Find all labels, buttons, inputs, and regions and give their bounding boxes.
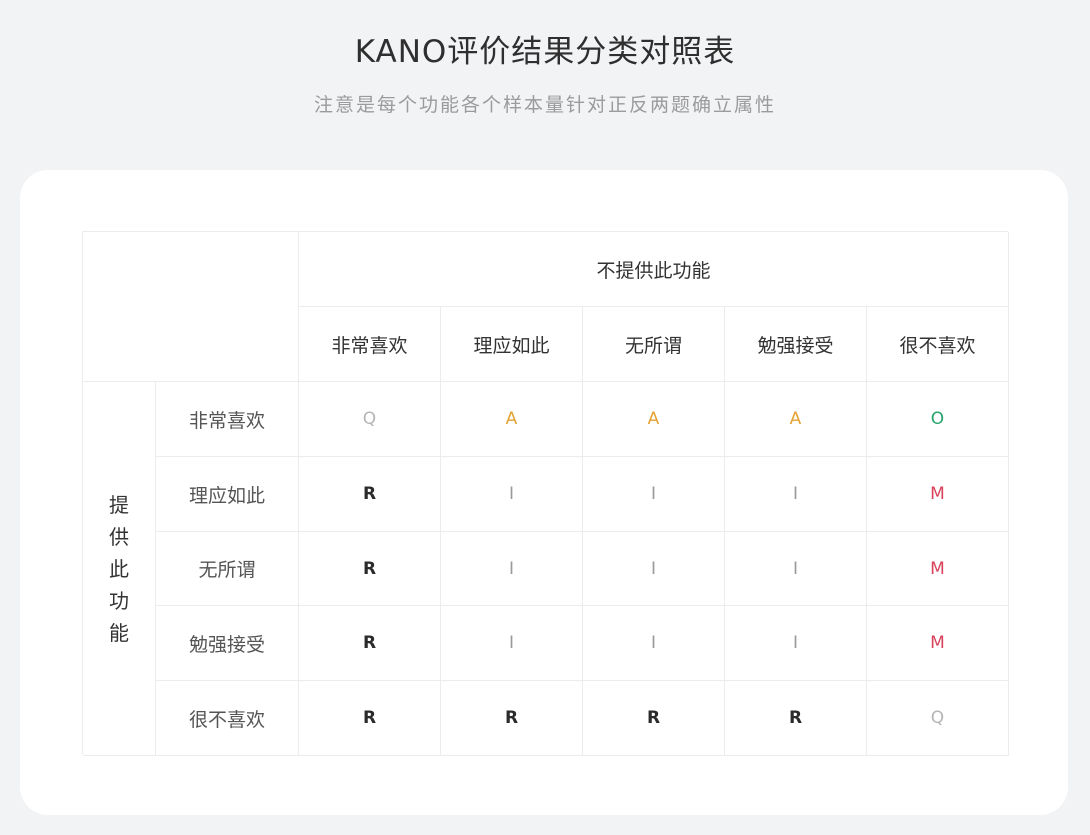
row-header: 很不喜欢 (156, 681, 299, 756)
table-cell: I (583, 457, 725, 532)
col-group-header: 不提供此功能 (299, 232, 1009, 307)
row-header: 无所谓 (156, 532, 299, 606)
table-cell: R (725, 681, 867, 756)
table-cell: A (725, 382, 867, 457)
table-cell: M (867, 606, 1009, 681)
page-subtitle: 注意是每个功能各个样本量针对正反两题确立属性 (313, 94, 776, 116)
table-cell: M (867, 532, 1009, 606)
table-cell: Q (867, 681, 1009, 756)
table-cell: R (299, 532, 441, 606)
table-corner (83, 232, 299, 382)
kano-table: 不提供此功能 非常喜欢 理应如此 无所谓 勉强接受 很不喜欢 提供此功能 非常喜… (82, 231, 1009, 756)
table-cell: R (441, 681, 583, 756)
row-header: 勉强接受 (156, 606, 299, 681)
col-header: 理应如此 (441, 307, 583, 382)
table-cell: R (299, 606, 441, 681)
table-cell: I (441, 532, 583, 606)
col-header: 勉强接受 (725, 307, 867, 382)
table-cell: I (441, 606, 583, 681)
col-header: 很不喜欢 (867, 307, 1009, 382)
table-cell: I (583, 606, 725, 681)
page-title: KANO评价结果分类对照表 (354, 34, 736, 70)
table-cell: I (441, 457, 583, 532)
col-header: 无所谓 (583, 307, 725, 382)
table-cell: M (867, 457, 1009, 532)
row-group-header: 提供此功能 (83, 382, 156, 756)
table-cell: I (725, 606, 867, 681)
table-cell: R (299, 457, 441, 532)
row-header: 理应如此 (156, 457, 299, 532)
col-header: 非常喜欢 (299, 307, 441, 382)
row-group-label: 提供此功能 (109, 492, 129, 645)
table-cell: A (441, 382, 583, 457)
table-cell: I (583, 532, 725, 606)
table-cell: A (583, 382, 725, 457)
table-cell: O (867, 382, 1009, 457)
table-cell: I (725, 532, 867, 606)
table-cell: Q (299, 382, 441, 457)
table-cell: R (583, 681, 725, 756)
row-header: 非常喜欢 (156, 382, 299, 457)
table-cell: R (299, 681, 441, 756)
table-cell: I (725, 457, 867, 532)
